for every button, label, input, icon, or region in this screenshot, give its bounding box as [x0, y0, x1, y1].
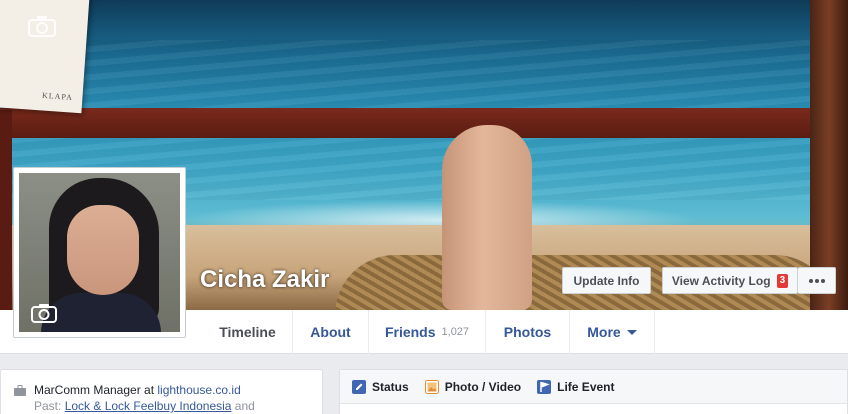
tab-photos-label: Photos — [503, 324, 552, 340]
past-info: Past: Lock & Lock Feelbuy Indonesia and — [14, 398, 310, 414]
cover-post-left — [0, 110, 12, 310]
profile-name[interactable]: Cicha Zakir — [200, 266, 329, 294]
briefcase-icon — [14, 385, 26, 396]
cover-foot — [442, 125, 532, 310]
update-info-button[interactable]: Update Info — [562, 267, 651, 294]
photo-icon — [424, 379, 439, 394]
camera-icon[interactable] — [28, 15, 56, 37]
intro-card: MarComm Manager at lighthouse.co.id Past… — [0, 369, 323, 414]
tab-friends-label: Friends — [384, 324, 436, 340]
more-dots-icon — [808, 278, 825, 283]
composer-card: Status Photo / Video Life Event — [339, 369, 848, 414]
more-options-button[interactable] — [798, 267, 836, 294]
cover-post — [810, 0, 848, 310]
view-activity-log-button[interactable]: View Activity Log 3 — [662, 267, 798, 294]
cover-railing — [0, 108, 825, 138]
view-activity-log-label: View Activity Log — [671, 273, 771, 288]
composer-status-tab[interactable]: Status — [352, 379, 409, 394]
tab-about-label: About — [310, 324, 351, 340]
flag-icon — [537, 379, 552, 394]
work-text: MarComm Manager at lighthouse.co.id — [34, 382, 241, 398]
update-info-label: Update Info — [573, 273, 640, 288]
profile-photo-face — [67, 205, 139, 295]
work-info: MarComm Manager at lighthouse.co.id — [14, 382, 310, 398]
composer-photo-video-tab[interactable]: Photo / Video — [424, 379, 522, 394]
work-prefix: MarComm Manager at — [34, 383, 158, 397]
profile-picture[interactable] — [13, 167, 186, 338]
tab-more[interactable]: More — [570, 310, 655, 354]
friends-count: 1,027 — [441, 326, 470, 338]
composer-life-event-label: Life Event — [557, 379, 615, 394]
composer-life-event-tab[interactable]: Life Event — [537, 379, 615, 394]
camera-icon[interactable] — [31, 303, 57, 323]
pencil-icon — [352, 379, 366, 394]
past-prefix: Past: — [34, 399, 65, 413]
activity-badge: 3 — [776, 273, 789, 288]
past-suffix: and — [231, 399, 255, 413]
tab-friends[interactable]: Friends 1,027 — [369, 310, 486, 354]
tab-timeline-label: Timeline — [219, 324, 276, 340]
tab-about[interactable]: About — [293, 310, 369, 354]
tab-more-label: More — [587, 324, 621, 340]
profile-photo-shirt — [41, 293, 161, 332]
composer-status-label: Status — [372, 379, 409, 394]
tab-timeline[interactable]: Timeline — [203, 310, 293, 354]
work-link[interactable]: lighthouse.co.id — [157, 383, 240, 397]
composer-photo-video-label: Photo / Video — [444, 379, 522, 394]
profile-photo — [19, 173, 180, 332]
chevron-down-icon — [626, 329, 637, 335]
composer-tabs: Status Photo / Video Life Event — [340, 370, 847, 404]
tab-photos[interactable]: Photos — [486, 310, 570, 354]
past-link[interactable]: Lock & Lock Feelbuy Indonesia — [65, 399, 232, 413]
